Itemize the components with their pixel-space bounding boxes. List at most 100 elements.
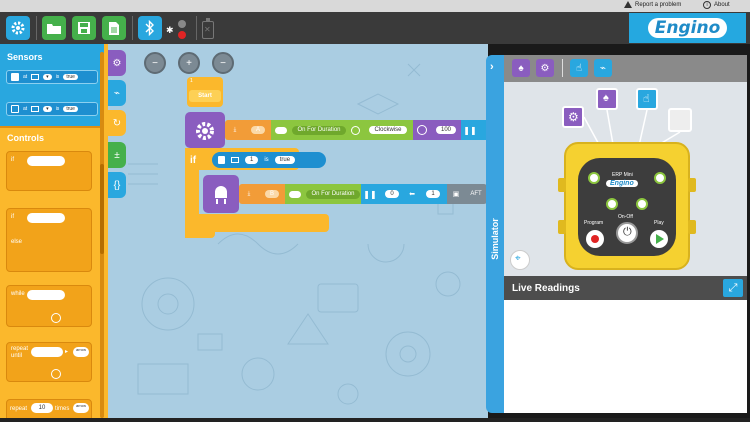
port-dropdown[interactable]: ▾: [43, 106, 52, 112]
speed-segment[interactable]: 100: [431, 120, 461, 140]
sensor-value-dropdown[interactable]: true: [63, 106, 78, 112]
erp-mini-device: ERP Mini Engino Program On-Off Play ⏻: [558, 142, 696, 270]
touch-sensor-icon: [11, 73, 19, 81]
sensor-is-label: is: [55, 106, 60, 112]
zoom-reset-button[interactable]: −: [212, 52, 234, 74]
play-button[interactable]: [650, 230, 668, 248]
start-label: Start: [189, 90, 221, 102]
category-tab-sensors[interactable]: ⌁: [108, 80, 126, 106]
if-else-block[interactable]: if else: [6, 208, 92, 272]
if-sensor-condition[interactable]: 1 is true: [212, 152, 326, 168]
motor-command-row-2[interactable]: ⤓ B On For Duration ❚❚ 0 ⬅ 1 ▣ AFT: [239, 184, 488, 204]
onoff-button[interactable]: ⏻: [616, 222, 638, 244]
sensors-section: Sensors at ▾ is true at ▾ is true: [0, 44, 104, 126]
while-block[interactable]: while: [6, 285, 92, 327]
if-block-tab: [185, 232, 215, 238]
mode-segment[interactable]: On For Duration: [291, 120, 347, 140]
new-file-button[interactable]: [102, 16, 126, 40]
motor-mode-dropdown[interactable]: On For Duration: [292, 125, 346, 135]
save-button[interactable]: [72, 16, 96, 40]
live-readings-label: Live Readings: [512, 283, 580, 294]
palette-scroll-thumb[interactable]: [100, 164, 104, 254]
value-a-segment[interactable]: 0: [379, 184, 405, 204]
settings-button[interactable]: [6, 16, 30, 40]
motor-port-dropdown[interactable]: A: [250, 126, 265, 134]
sensor-value-dropdown[interactable]: true: [63, 74, 78, 80]
bottom-border: [0, 418, 750, 422]
zoom-in-button[interactable]: +: [178, 52, 200, 74]
pause-icon: ❚❚: [461, 120, 479, 140]
toggle-icon: [285, 184, 305, 204]
expand-button[interactable]: ⤢: [723, 279, 743, 297]
toggle-icon: [271, 120, 291, 140]
expand-arrows-icon: ⤢: [728, 281, 738, 294]
speed-input[interactable]: 100: [435, 126, 456, 134]
port-dropdown[interactable]: ▾: [43, 74, 52, 80]
bluetooth-icon: [145, 20, 154, 36]
magnifier-minus-icon: −: [152, 57, 158, 69]
value-b-input[interactable]: 1: [426, 190, 440, 198]
program-button[interactable]: [586, 230, 604, 248]
sensor-at-label: at: [23, 74, 28, 80]
info-icon: i: [703, 1, 711, 9]
ir-sensor-icon: [11, 105, 19, 113]
magnifier-plus-icon: +: [186, 57, 192, 69]
mode-segment[interactable]: On For Duration: [305, 184, 361, 204]
sim-motor-button[interactable]: ⚙: [536, 59, 554, 77]
category-tab-variables[interactable]: {}: [108, 172, 126, 198]
direction-dropdown[interactable]: Clockwise: [369, 126, 407, 134]
sensor-value-dropdown[interactable]: true: [274, 156, 296, 164]
port-a-segment[interactable]: A: [245, 120, 271, 140]
port-icon: [231, 157, 239, 163]
sim-led-button[interactable]: ♠: [512, 59, 530, 77]
code-workspace[interactable]: − + − 1 Start if 1 is true ⤓ A On For Du…: [108, 44, 488, 422]
sensor-block-1[interactable]: at ▾ is true: [6, 70, 98, 84]
arrow-dropdown[interactable]: arrow: [73, 347, 89, 357]
repeat-count-input[interactable]: 10: [31, 403, 53, 413]
open-button[interactable]: [42, 16, 66, 40]
repeat-until-block[interactable]: repeat until ▸ arrow: [6, 342, 92, 382]
if-block[interactable]: if: [6, 151, 92, 191]
condition-slot[interactable]: [27, 213, 65, 223]
wifi-signal-icon: ⌁: [113, 87, 121, 99]
port-icon: [31, 74, 40, 80]
sim-ir-button[interactable]: ⌁: [594, 59, 612, 77]
rotation-icon: [347, 120, 363, 140]
about-link[interactable]: i About: [703, 1, 730, 9]
bluetooth-button[interactable]: [138, 16, 162, 40]
play-label: Play: [654, 220, 664, 226]
motor-command-row-1[interactable]: ⤓ A On For Duration Clockwise 100 ❚❚: [225, 120, 488, 140]
condition-slot[interactable]: [27, 290, 65, 300]
sim-touch-button[interactable]: ☝: [570, 59, 588, 77]
pause-icon: ❚❚: [361, 184, 379, 204]
motor-port-dropdown[interactable]: B: [264, 190, 279, 198]
report-problem-link[interactable]: Report a problem: [624, 1, 681, 8]
led-action-block[interactable]: [203, 175, 239, 213]
value-b-segment[interactable]: 1: [419, 184, 447, 204]
direction-segment[interactable]: Clockwise: [363, 120, 413, 140]
port-b-segment[interactable]: B: [259, 184, 285, 204]
if-label: if: [11, 214, 14, 220]
simulator-tab[interactable]: Simulator: [486, 212, 504, 272]
device-side-connector: [558, 220, 566, 234]
zoom-out-button[interactable]: −: [144, 52, 166, 74]
sim-recenter-button[interactable]: ⌖: [510, 250, 530, 270]
condition-slot[interactable]: [27, 156, 65, 166]
toolbar-separator: [36, 16, 37, 40]
logo-text: Engino: [647, 18, 728, 38]
led-bulb-icon: ♠: [518, 62, 524, 74]
sensor-block-2[interactable]: at ▾ is true: [6, 102, 98, 116]
condition-slot[interactable]: [31, 347, 63, 357]
else-label: else: [11, 239, 23, 245]
category-tab-math[interactable]: ±: [108, 142, 126, 168]
category-tab-controls[interactable]: ↻: [108, 110, 126, 136]
arrow-dropdown[interactable]: arrow: [73, 403, 89, 413]
about-label: About: [714, 2, 730, 8]
sensor-port-dropdown[interactable]: 1: [245, 156, 259, 164]
motor-action-block[interactable]: [185, 112, 225, 148]
category-tab-motion[interactable]: ⚙: [108, 50, 126, 76]
motor-mode-dropdown[interactable]: On For Duration: [306, 189, 360, 199]
sensors-title: Sensors: [7, 52, 43, 62]
value-a-input[interactable]: 0: [385, 190, 399, 198]
simulator-label: Simulator: [490, 218, 500, 260]
